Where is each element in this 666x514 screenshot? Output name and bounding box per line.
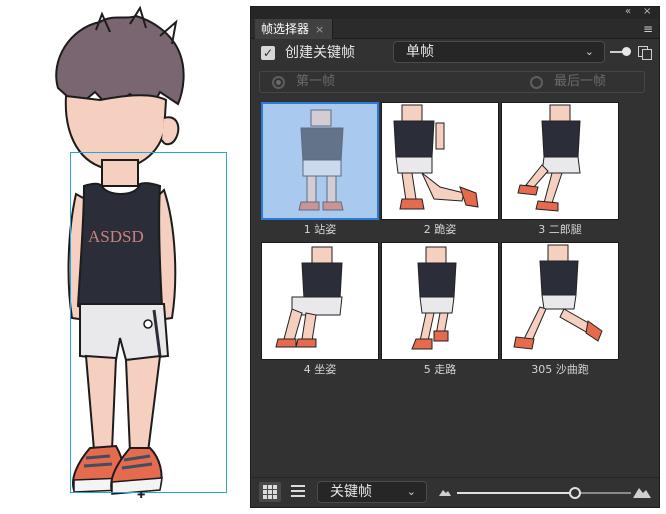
tab-close-icon[interactable]: × [315,23,324,36]
small-thumbnail-icon [439,490,451,496]
frame-thumbnail-caption: 4 坐姿 [303,363,337,376]
frame-thumbnail-image[interactable] [501,102,619,220]
frame-thumbnail-caption: 5 走路 [423,363,457,376]
list-view-icon[interactable] [291,484,305,498]
panel-top-strip: « × [251,5,659,19]
frame-thumbnail[interactable]: 2 跪姿 [381,102,499,237]
thumbnail-size-fill [457,492,575,494]
first-frame-label: 第一帧 [296,74,336,89]
tab-title: 帧选择器 [261,22,310,36]
collapse-panel-icon[interactable]: « [625,5,631,19]
large-thumbnail-icon [633,488,651,498]
frame-thumbnail[interactable]: 3 二郎腿 [501,102,619,237]
move-cursor-icon: ✚ [137,486,146,502]
frame-thumbnail-image[interactable] [261,102,379,220]
mini-slider-knob[interactable] [622,47,631,56]
panel-titlebar: 帧选择器 × ≡ [251,19,659,39]
frame-mode-value: 单帧 [406,44,434,60]
frame-thumbnail[interactable]: 305 沙曲跑 [501,242,619,377]
frame-mode-dropdown[interactable]: 单帧 ⌄ [393,41,605,63]
create-keyframe-row: ✓ 创建关键帧 单帧 ⌄ [251,41,659,65]
frame-thumbnail-image[interactable] [381,242,499,360]
frame-thumbnail-image[interactable] [501,242,619,360]
grid-view-icon[interactable] [259,482,281,502]
view-filter-dropdown[interactable]: 关键帧 ⌄ [317,481,427,503]
frame-thumbnail-caption: 1 站姿 [303,223,337,236]
view-filter-value: 关键帧 [330,484,372,500]
first-frame-radio[interactable] [272,76,285,89]
panel-menu-icon[interactable]: ≡ [643,21,653,37]
create-keyframe-checkbox[interactable]: ✓ [261,46,275,60]
chevron-down-icon: ⌄ [584,45,594,58]
chevron-down-icon: ⌄ [406,485,416,498]
selection-bounding-box[interactable] [70,152,227,493]
tab-frame-picker[interactable]: 帧选择器 × [255,19,334,39]
frame-thumbnail-caption: 305 沙曲跑 [531,363,589,376]
frame-thumbnail-caption: 2 跪姿 [423,223,457,236]
thumbnail-size-knob[interactable] [569,487,581,499]
close-panel-icon[interactable]: × [643,5,651,19]
stage-canvas[interactable]: ASDSD ✚ [0,0,248,514]
frame-thumbnail[interactable]: 4 坐姿 [261,242,379,377]
frame-thumbnail-caption: 3 二郎腿 [538,223,582,236]
frame-thumbnail[interactable]: 1 站姿 [261,102,379,237]
frame-thumbnail-image[interactable] [381,102,499,220]
frame-picker-panel: « × 帧选择器 × ≡ ✓ 创建关键帧 单帧 ⌄ 第一帧 最后一帧 1 站姿 [250,6,660,508]
last-frame-radio[interactable] [530,76,543,89]
create-keyframe-label: 创建关键帧 [285,45,355,61]
panel-bottom-bar: 关键帧 ⌄ [251,477,659,507]
frame-thumbnail-image[interactable] [261,242,379,360]
frame-range-group: 第一帧 最后一帧 [259,71,645,93]
frame-thumbnail[interactable]: 5 走路 [381,242,499,377]
duplicate-icon[interactable] [637,45,653,61]
last-frame-label: 最后一帧 [554,74,607,89]
